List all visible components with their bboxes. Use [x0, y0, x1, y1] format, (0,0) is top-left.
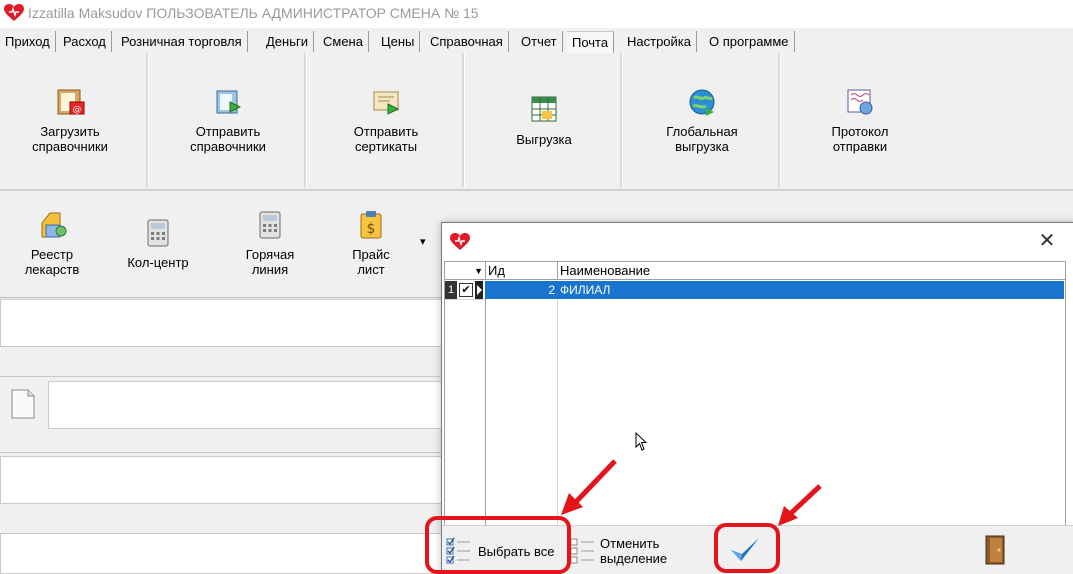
ribbon-separator [304, 53, 307, 187]
ribbon-separator [462, 53, 465, 187]
price-list-label: Прайс лист [352, 247, 390, 277]
cell-name: ФИЛИАЛ [560, 283, 611, 297]
window-title: Izzatilla Maksudov ПОЛЬЗОВАТЕЛЬ АДМИНИСТ… [28, 5, 479, 21]
heart-logo-icon [4, 4, 24, 21]
grid-line [485, 281, 486, 525]
phone-icon [147, 219, 169, 247]
background-panel [0, 348, 440, 377]
load-references-label: Загрузить справочники [32, 124, 108, 154]
deselect-button[interactable]: Отменить выделение [570, 534, 688, 568]
exit-door-icon[interactable] [982, 534, 1008, 566]
price-clipboard-icon: $ [360, 211, 382, 239]
tab-shift[interactable]: Смена [318, 31, 369, 52]
tab-mail[interactable]: Почта [567, 31, 615, 53]
background-input[interactable] [48, 381, 442, 429]
send-log-label: Протокол отправки [831, 124, 889, 154]
row-number: 1 [445, 281, 457, 299]
column-header-id[interactable]: Ид [485, 262, 557, 280]
tab-prihod[interactable]: Приход [0, 31, 56, 52]
send-certificates-label: Отправить сертикаты [353, 124, 419, 154]
export-label: Выгрузка [516, 132, 572, 147]
tab-report[interactable]: Отчет [516, 31, 563, 52]
deselect-label: Отменить выделение [600, 536, 668, 566]
price-list-button[interactable]: $ Прайс лист [331, 191, 411, 291]
send-log-button[interactable]: Протокол отправки [790, 53, 930, 185]
call-center-label: Кол-центр [127, 255, 189, 270]
select-all-highlight [425, 516, 571, 574]
column-header-name[interactable]: Наименование [557, 262, 1065, 280]
background-field [0, 456, 442, 504]
send-certificates-button[interactable]: Отправить сертикаты [316, 53, 456, 185]
hotline-button[interactable]: Горячая линия [230, 191, 310, 291]
certificate-send-icon [373, 91, 400, 115]
export-button[interactable]: Выгрузка [474, 53, 614, 185]
confirm-highlight [714, 523, 780, 573]
row-pointer [475, 281, 483, 299]
book-mail-icon: @ [57, 89, 85, 115]
tab-about[interactable]: О программе [704, 31, 795, 52]
mouse-cursor-icon [635, 432, 648, 451]
more-dropdown-icon[interactable]: ▾ [420, 235, 426, 248]
dialog-header: ✕ [442, 223, 1073, 261]
close-icon[interactable]: ✕ [1036, 231, 1058, 253]
title-bar: Izzatilla Maksudov ПОЛЬЗОВАТЕЛЬ АДМИНИСТ… [0, 0, 1073, 28]
pill-bottle-icon [41, 212, 67, 238]
load-references-button[interactable]: @ Загрузить справочники [0, 53, 140, 185]
drug-registry-button[interactable]: Реестр лекарств [12, 191, 92, 291]
current-row-arrow-icon [477, 285, 482, 295]
tab-prices[interactable]: Цены [376, 31, 421, 52]
branch-grid: ▼ Ид Наименование 1 ✔ 2 ФИЛИАЛ [444, 261, 1066, 527]
header-dropdown-icon[interactable]: ▼ [445, 262, 485, 280]
global-export-button[interactable]: Глобальная выгрузка [632, 53, 772, 185]
globe-icon [689, 89, 715, 116]
svg-text:@: @ [73, 105, 82, 115]
row-checkbox[interactable]: ✔ [459, 283, 473, 297]
cell-id: 2 [548, 283, 555, 297]
send-book-icon [216, 90, 242, 114]
heart-logo-icon [450, 233, 470, 250]
send-references-button[interactable]: Отправить справочники [158, 53, 298, 185]
call-center-button[interactable]: Кол-центр [118, 191, 198, 291]
table-row[interactable]: 2 ФИЛИАЛ [485, 281, 1064, 299]
ribbon-separator [778, 53, 781, 187]
global-export-label: Глобальная выгрузка [666, 124, 738, 154]
send-references-label: Отправить справочники [190, 124, 266, 154]
ribbon: @ Загрузить справочники Отправить справо… [0, 53, 1073, 191]
svg-text:$: $ [367, 221, 376, 237]
tab-money[interactable]: Деньги [261, 31, 314, 52]
background-field [0, 299, 442, 347]
phone-icon [259, 211, 281, 239]
log-icon [847, 89, 873, 115]
document-icon[interactable] [10, 388, 36, 420]
tab-rashod[interactable]: Расход [58, 31, 112, 52]
ribbon-separator [146, 53, 149, 187]
tab-retail[interactable]: Розничная торговля [116, 31, 248, 52]
hotline-label: Горячая линия [245, 247, 295, 277]
table-row-indicator[interactable]: 1 ✔ [445, 281, 485, 300]
arrow-annotation-icon [561, 459, 617, 515]
table-export-icon [531, 96, 557, 122]
background-field [0, 533, 442, 574]
unchecked-list-icon [570, 538, 594, 564]
menu-tabs: Приход Расход Розничная торговля Деньги … [0, 31, 1073, 54]
arrow-annotation-icon [778, 484, 822, 526]
background-panel [0, 432, 440, 453]
ribbon-separator [620, 53, 623, 187]
tab-settings[interactable]: Настройка [622, 31, 697, 52]
drug-registry-label: Реестр лекарств [24, 247, 80, 277]
tab-reference[interactable]: Справочная [425, 31, 509, 52]
